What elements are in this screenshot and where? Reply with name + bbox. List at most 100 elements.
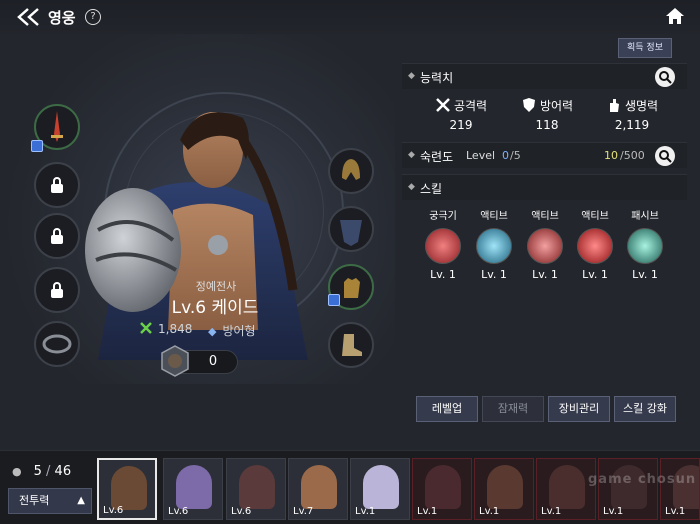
armor-slot[interactable] (328, 206, 374, 252)
skills-header: ◆ 스킬 (402, 174, 687, 200)
helmet-count-icon: ● (12, 465, 22, 478)
lock-icon (51, 282, 63, 298)
chevron-up-icon: ▲ (77, 495, 85, 506)
hero-card-locked[interactable]: Lv.1 (412, 458, 472, 520)
page-title: 영웅 (48, 9, 76, 27)
hero-card[interactable]: Lv.6 (97, 458, 157, 520)
skill-ultimate[interactable]: 궁극기 Lv. 1 (420, 207, 466, 281)
power-value: 1,848 (158, 322, 193, 336)
mastery-level-max: /5 (510, 149, 521, 162)
skill-level: Lv. 1 (532, 268, 558, 281)
stat-name: 공격력 (453, 99, 488, 113)
watermark: game chosun (588, 472, 697, 487)
hero-name: Lv.6 케이드 (171, 298, 259, 318)
arrow-icon: ◆ (408, 150, 415, 160)
skill-level: Lv. 1 (430, 268, 456, 281)
equipment-button[interactable]: 장비관리 (548, 396, 610, 422)
hero-type: ◆ 방어형 (208, 322, 256, 339)
roster-count: ● 5 / 46 (12, 464, 72, 479)
top-bar (0, 0, 700, 34)
active-skill-icon (577, 228, 613, 264)
mastery-level-label: Level (466, 149, 496, 162)
mastery-search-button[interactable] (655, 146, 675, 166)
locked-slot-1[interactable] (34, 162, 80, 208)
card-level: Lv.1 (417, 506, 438, 517)
card-level: Lv.1 (603, 506, 624, 517)
helmet-slot[interactable] (328, 148, 374, 194)
skill-active-2[interactable]: 액티브 Lv. 1 (522, 207, 568, 281)
card-level: Lv.6 (168, 506, 189, 517)
card-level: Lv.1 (665, 506, 686, 517)
hero-face (549, 465, 585, 509)
hero-card[interactable]: Lv.6 (226, 458, 286, 520)
skill-active-3[interactable]: 액티브 Lv. 1 (572, 207, 618, 281)
ultimate-skill-icon (425, 228, 461, 264)
stats-label: 능력치 (420, 71, 454, 85)
hero-card[interactable]: Lv.6 (163, 458, 223, 520)
stats-header: ◆ 능력치 (402, 63, 687, 89)
card-level: Lv.6 (103, 505, 124, 516)
necklace-slot[interactable] (34, 321, 80, 367)
hero-card-locked[interactable]: Lv.1 (474, 458, 534, 520)
hand-icon (609, 99, 619, 112)
skill-active-1[interactable]: 액티브 Lv. 1 (471, 207, 517, 281)
armor-icon (340, 220, 362, 246)
shard-count: 0 (208, 354, 218, 369)
hero-card-locked[interactable]: Lv.1 (660, 458, 700, 520)
home-icon[interactable] (664, 6, 686, 26)
roster-current: 5 (33, 464, 42, 479)
help-icon[interactable]: ? (85, 9, 101, 25)
potential-button[interactable]: 잠재력 (482, 396, 544, 422)
hero-card[interactable]: Lv.1 (350, 458, 410, 520)
skill-type: 궁극기 (429, 211, 457, 222)
boots-slot[interactable] (328, 322, 374, 368)
mastery-xp-max: /500 (620, 149, 645, 162)
helmet-icon (342, 159, 360, 180)
lock-icon (51, 177, 63, 193)
arrow-icon: ◆ (408, 182, 415, 192)
hero-power: 1,848 (140, 322, 192, 336)
defense-type-icon: ◆ (208, 325, 217, 338)
hero-face (239, 465, 275, 509)
search-icon (659, 150, 672, 163)
attack-icon (436, 98, 450, 112)
locked-slot-2[interactable] (34, 213, 80, 259)
skill-level: Lv. 1 (632, 268, 658, 281)
stats-search-button[interactable] (655, 67, 675, 87)
skill-type: 액티브 (480, 211, 508, 222)
hero-face (487, 465, 523, 509)
stat-value: 2,119 (614, 118, 650, 132)
skill-level: Lv. 1 (481, 268, 507, 281)
skills-label: 스킬 (420, 182, 443, 196)
stat-defense: 방어력 118 (507, 97, 587, 132)
hero-card-locked[interactable]: Lv.1 (598, 458, 658, 520)
card-level: Lv.1 (479, 506, 500, 517)
skill-passive[interactable]: 패시브 Lv. 1 (622, 207, 668, 281)
acquisition-info-button[interactable]: 획득 정보 (618, 38, 672, 58)
skill-type: 액티브 (531, 211, 559, 222)
hero-portrait (85, 112, 308, 360)
locked-slot-3[interactable] (34, 267, 80, 313)
gem-icon (328, 294, 340, 306)
hero-class: 정예전사 (195, 280, 237, 293)
hero-face (111, 466, 147, 510)
back-icon[interactable] (16, 7, 42, 27)
sort-dropdown[interactable]: 전투력 ▲ (8, 488, 92, 514)
hero-card[interactable]: Lv.7 (288, 458, 348, 520)
mastery-xp-current: 10 (604, 149, 618, 162)
hero-face (176, 465, 212, 509)
search-icon (659, 71, 672, 84)
arrow-icon: ◆ (408, 71, 415, 81)
levelup-button[interactable]: 레벨업 (416, 396, 478, 422)
mastery-level-current: 0 (502, 149, 509, 162)
passive-skill-icon (627, 228, 663, 264)
hero-card-locked[interactable]: Lv.1 (536, 458, 596, 520)
card-level: Lv.7 (293, 506, 314, 517)
skill-type: 패시브 (631, 211, 659, 222)
active-skill-icon (527, 228, 563, 264)
necklace-icon (42, 334, 72, 354)
stat-name: 생명력 (624, 99, 659, 113)
skill-upgrade-button[interactable]: 스킬 강화 (614, 396, 676, 422)
skill-type: 액티브 (581, 211, 609, 222)
card-level: Lv.1 (355, 506, 376, 517)
